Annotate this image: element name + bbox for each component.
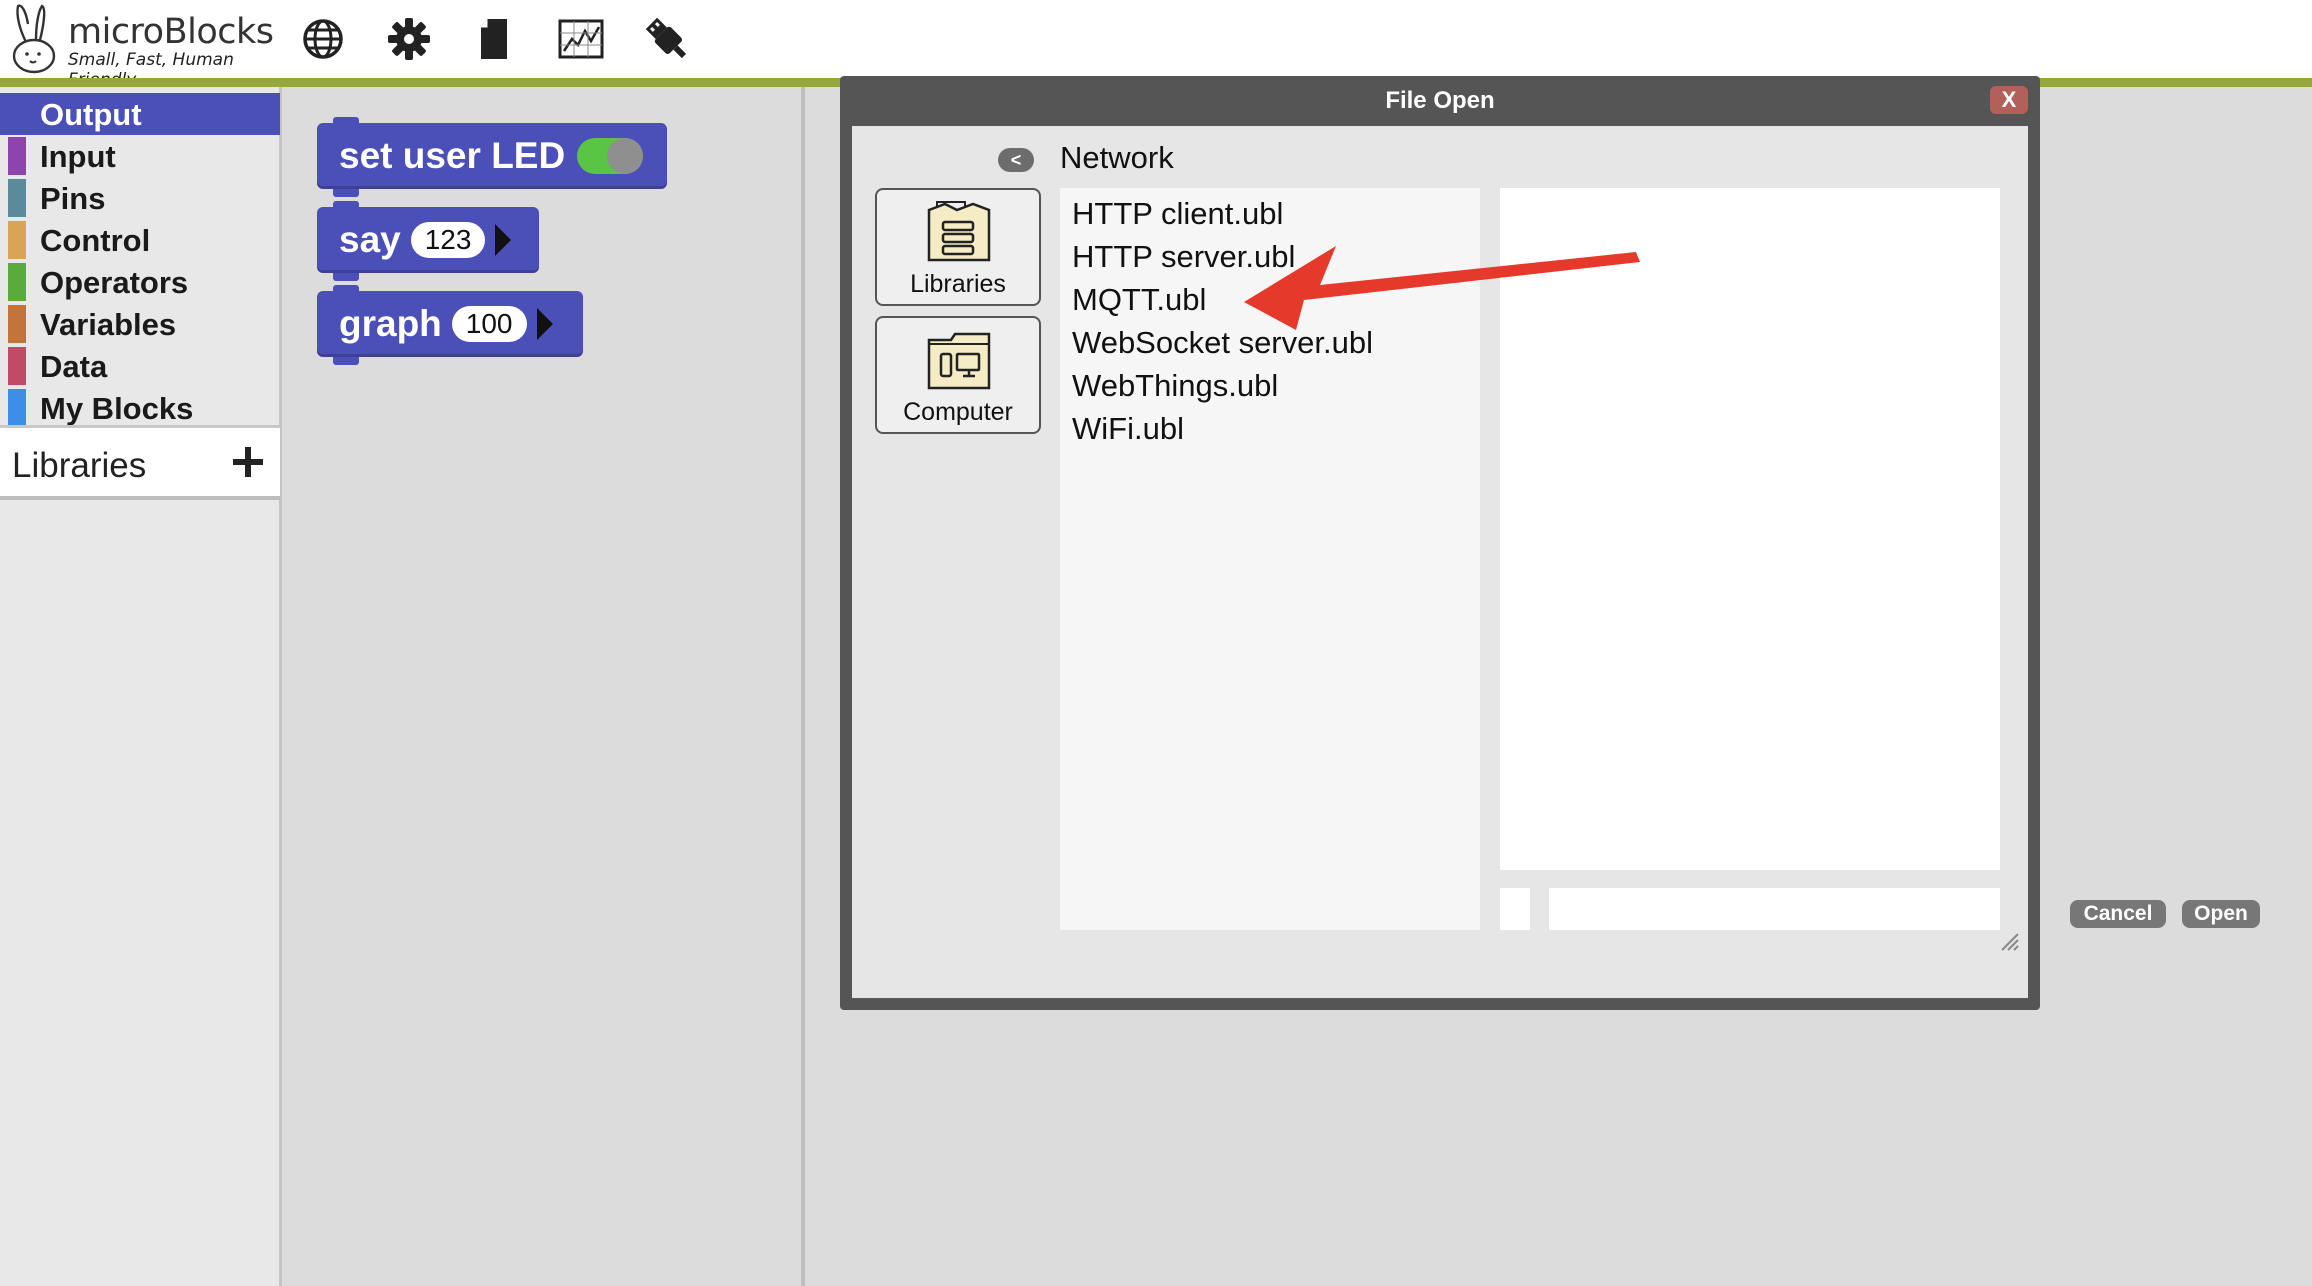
file-open-dialog: File Open X < Network Libraries Computer… bbox=[840, 76, 2260, 1010]
category-my-blocks[interactable]: My Blocks bbox=[0, 387, 280, 429]
computer-place-button[interactable]: Computer bbox=[875, 316, 1041, 434]
category-output[interactable]: Output bbox=[0, 93, 280, 135]
category-swatch bbox=[8, 221, 26, 259]
libraries-row[interactable]: Libraries bbox=[0, 428, 280, 500]
say-value-slot[interactable]: 123 bbox=[410, 222, 486, 258]
file-preview-pane bbox=[1500, 188, 2000, 870]
libraries-divider bbox=[0, 496, 280, 500]
category-pins[interactable]: Pins bbox=[0, 177, 280, 219]
file-list: HTTP client.ubl HTTP server.ubl MQTT.ubl… bbox=[1060, 188, 1480, 930]
category-control[interactable]: Control bbox=[0, 219, 280, 261]
category-swatch bbox=[8, 95, 26, 133]
category-palette: Output Input Pins Control Operators Vari… bbox=[0, 87, 282, 1286]
place-label: Computer bbox=[903, 398, 1013, 426]
blocks-palette-area: set user LED say 123 graph 100 bbox=[285, 87, 805, 1286]
file-item[interactable]: WiFi.ubl bbox=[1072, 411, 1184, 447]
category-swatch bbox=[8, 389, 26, 427]
block-label: say bbox=[339, 219, 401, 260]
category-data[interactable]: Data bbox=[0, 345, 280, 387]
resize-handle-icon[interactable] bbox=[1998, 930, 2020, 952]
computer-icon bbox=[927, 332, 991, 390]
category-operators[interactable]: Operators bbox=[0, 261, 280, 303]
libraries-icon bbox=[927, 201, 991, 262]
file-item[interactable]: HTTP server.ubl bbox=[1072, 239, 1295, 275]
file-item[interactable]: WebSocket server.ubl bbox=[1072, 325, 1373, 361]
app-logo: microBlocks Small, Fast, Human Friendly bbox=[6, 2, 286, 90]
category-swatch bbox=[8, 179, 26, 217]
graph-block[interactable]: graph 100 bbox=[317, 285, 583, 365]
expand-arrow-icon[interactable] bbox=[495, 224, 512, 256]
dialog-title[interactable]: File Open bbox=[840, 76, 2040, 126]
category-swatch bbox=[8, 137, 26, 175]
gear-icon[interactable] bbox=[382, 12, 436, 66]
block-label: graph bbox=[339, 303, 442, 344]
place-label: Libraries bbox=[910, 270, 1006, 298]
category-label: Data bbox=[40, 349, 108, 384]
file-item[interactable]: WebThings.ubl bbox=[1072, 368, 1278, 404]
globe-icon[interactable] bbox=[296, 12, 350, 66]
dialog-body: < Network Libraries Computer HTTP client… bbox=[852, 126, 2028, 998]
category-swatch bbox=[8, 347, 26, 385]
category-swatch bbox=[8, 305, 26, 343]
category-swatch bbox=[8, 263, 26, 301]
current-folder-name: Network bbox=[1060, 140, 1174, 175]
set-user-led-block[interactable]: set user LED bbox=[317, 117, 667, 197]
filename-field[interactable] bbox=[1549, 888, 2000, 930]
category-label: Pins bbox=[40, 181, 106, 216]
app-name: microBlocks bbox=[68, 12, 274, 52]
cancel-button[interactable]: Cancel bbox=[2070, 900, 2166, 928]
led-toggle[interactable] bbox=[577, 138, 644, 174]
graph-value-slot[interactable]: 100 bbox=[451, 306, 527, 342]
block-label: set user LED bbox=[339, 135, 566, 176]
file-item[interactable]: HTTP client.ubl bbox=[1072, 196, 1283, 232]
libraries-place-button[interactable]: Libraries bbox=[875, 188, 1041, 306]
category-variables[interactable]: Variables bbox=[0, 303, 280, 345]
category-label: Input bbox=[40, 139, 116, 174]
category-label: Output bbox=[40, 97, 142, 132]
say-block[interactable]: say 123 bbox=[317, 201, 539, 281]
category-label: Variables bbox=[40, 307, 177, 342]
close-button[interactable]: X bbox=[1990, 86, 2028, 114]
category-label: Control bbox=[40, 223, 151, 258]
libraries-label: Libraries bbox=[12, 446, 147, 485]
usb-icon[interactable] bbox=[640, 12, 694, 66]
category-label: Operators bbox=[40, 265, 189, 300]
category-input[interactable]: Input bbox=[0, 135, 280, 177]
top-bar: microBlocks Small, Fast, Human Friendly bbox=[0, 0, 2312, 90]
plus-icon[interactable] bbox=[228, 442, 268, 482]
file-item-mqtt[interactable]: MQTT.ubl bbox=[1072, 282, 1206, 318]
bunny-logo-icon bbox=[12, 4, 56, 74]
graph-icon[interactable] bbox=[554, 12, 608, 66]
toggle-knob bbox=[607, 138, 644, 174]
expand-arrow-icon[interactable] bbox=[536, 308, 553, 340]
category-label: My Blocks bbox=[40, 391, 194, 426]
open-button[interactable]: Open bbox=[2182, 900, 2260, 928]
file-icon[interactable] bbox=[468, 12, 522, 66]
extension-box bbox=[1500, 888, 1530, 930]
back-button[interactable]: < bbox=[998, 148, 1034, 172]
